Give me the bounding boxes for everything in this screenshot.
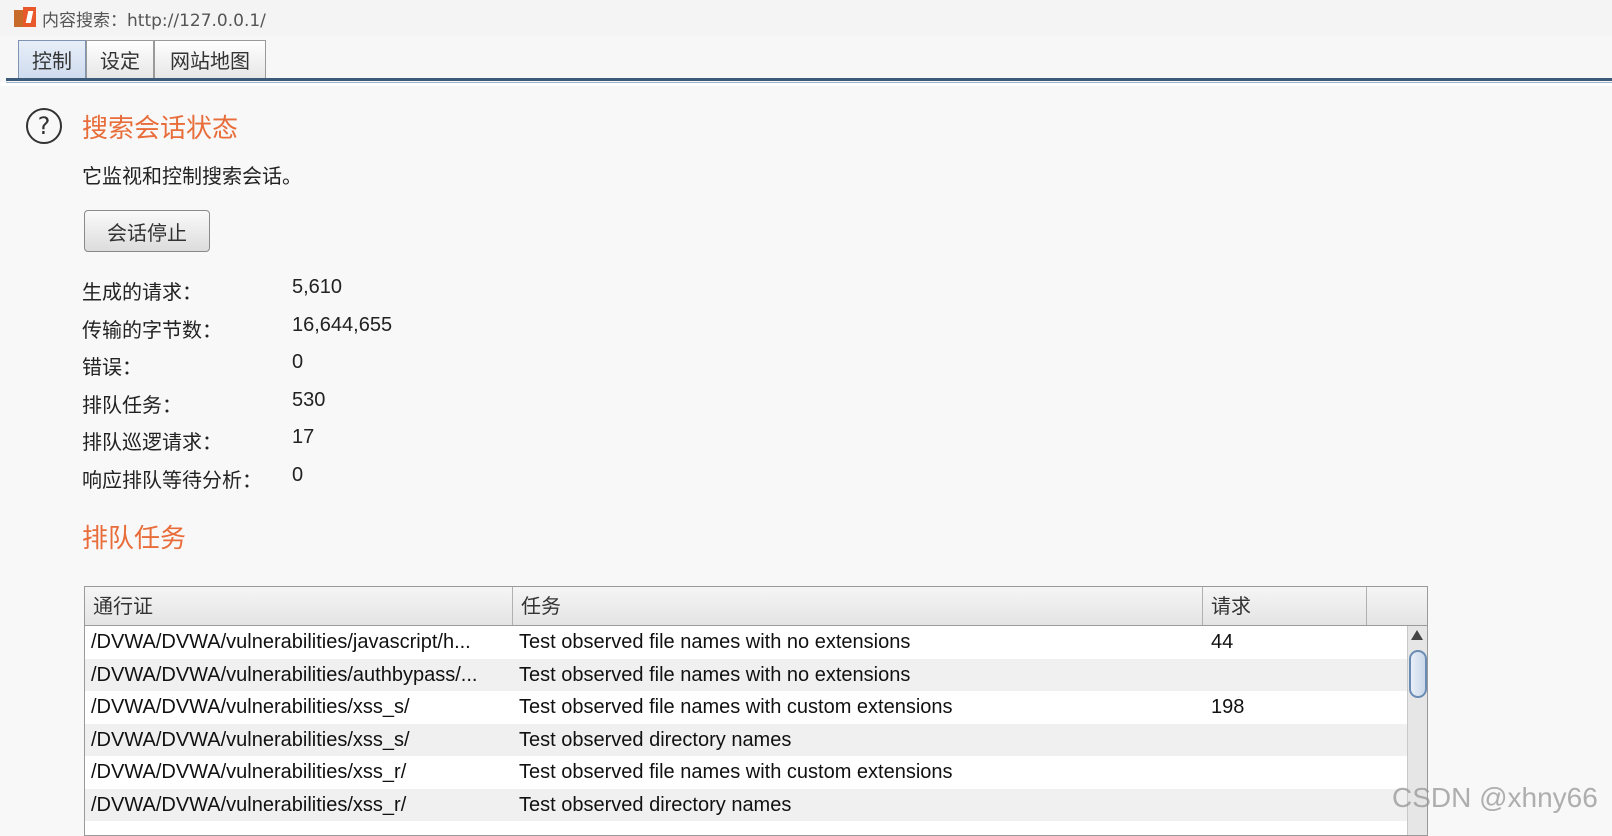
help-icon[interactable]: ? [26,108,62,144]
tab-bar: 控制 设定 网站地图 [0,36,1612,82]
stat-label: 生成的请求： [82,280,202,304]
stat-value: 0 [292,463,304,486]
cell-task: Test observed file names with no extensi… [519,631,911,653]
watermark: CSDN @xhny66 [1392,782,1598,813]
stat-value: 0 [292,351,304,373]
cell-requests [1211,659,1361,691]
cell-requests: 198 [1211,696,1245,718]
table-row[interactable]: /DVWA/DVWA/vulnerabilities/javascript/h.… [85,626,1407,659]
stop-session-button[interactable]: 会话停止 [84,210,210,252]
cell-task: Test observed file names with custom ext… [519,761,953,783]
column-header-pass[interactable]: 通行证 [85,587,513,625]
table-row[interactable]: /DVWA/DVWA/vulnerabilities/xss_s/ Test o… [85,691,1407,724]
stat-label: 传输的字节数： [82,317,222,342]
session-description: 它监视和控制搜索会话。 [82,164,302,188]
table-body: /DVWA/DVWA/vulnerabilities/javascript/h.… [85,626,1407,821]
table-row[interactable]: /DVWA/DVWA/vulnerabilities/xss_r/ Test o… [85,756,1407,789]
tab-settings[interactable]: 设定 [86,40,154,78]
cell-requests: 44 [1211,631,1234,653]
tab-divider-highlight [6,82,1612,83]
stat-label: 排队巡逻请求： [82,430,222,454]
burp-app-icon [14,7,36,29]
column-header-task[interactable]: 任务 [513,587,1203,625]
stat-value: 530 [292,388,326,411]
session-status-title: 搜索会话状态 [82,114,239,144]
cell-requests [1211,724,1361,756]
column-header-requests[interactable]: 请求 [1203,587,1367,625]
stat-value: 17 [292,426,315,448]
cell-task: Test observed directory names [519,728,792,751]
cell-task: Test observed directory names [519,793,792,816]
cell-requests [1211,789,1361,821]
cell-pass: /DVWA/DVWA/vulnerabilities/xss_s/ [91,728,410,751]
scroll-thumb[interactable] [1409,650,1427,698]
tab-control[interactable]: 控制 [18,40,86,78]
scroll-up-arrow-icon[interactable] [1411,630,1423,640]
cell-task: Test observed file names with no extensi… [519,663,911,686]
queued-tasks-title: 排队任务 [82,524,187,554]
tab-site-map[interactable]: 网站地图 [154,40,266,78]
window-title: 内容搜索：http://127.0.0.1/ [42,10,266,31]
cell-pass: /DVWA/DVWA/vulnerabilities/xss_s/ [91,696,410,718]
tab-divider [6,78,1612,81]
stat-value: 5,610 [292,276,343,298]
table-header: 通行证 任务 请求 [85,587,1427,626]
control-panel: ? 搜索会话状态 它监视和控制搜索会话。 会话停止 生成的请求： 5,610 传… [0,86,1612,836]
window-titlebar: 内容搜索：http://127.0.0.1/ [0,0,1612,36]
cell-pass: /DVWA/DVWA/vulnerabilities/xss_r/ [91,761,407,783]
cell-pass: /DVWA/DVWA/vulnerabilities/authbypass/..… [91,663,478,686]
stat-label: 响应排队等待分析： [82,467,262,492]
stat-value: 16,644,655 [292,313,393,336]
table-row[interactable]: /DVWA/DVWA/vulnerabilities/xss_r/ Test o… [85,788,1407,821]
cell-pass: /DVWA/DVWA/vulnerabilities/xss_r/ [91,793,407,816]
stat-label: 错误： [82,355,142,379]
stat-label: 排队任务： [82,392,182,417]
cell-requests [1211,756,1361,788]
cell-task: Test observed file names with custom ext… [519,696,953,718]
table-row[interactable]: /DVWA/DVWA/vulnerabilities/xss_s/ Test o… [85,723,1407,756]
queued-tasks-table: 通行证 任务 请求 /DVWA/DVWA/vulnerabilities/jav… [84,586,1428,836]
table-row[interactable]: /DVWA/DVWA/vulnerabilities/authbypass/..… [85,658,1407,691]
cell-pass: /DVWA/DVWA/vulnerabilities/javascript/h.… [91,631,471,653]
